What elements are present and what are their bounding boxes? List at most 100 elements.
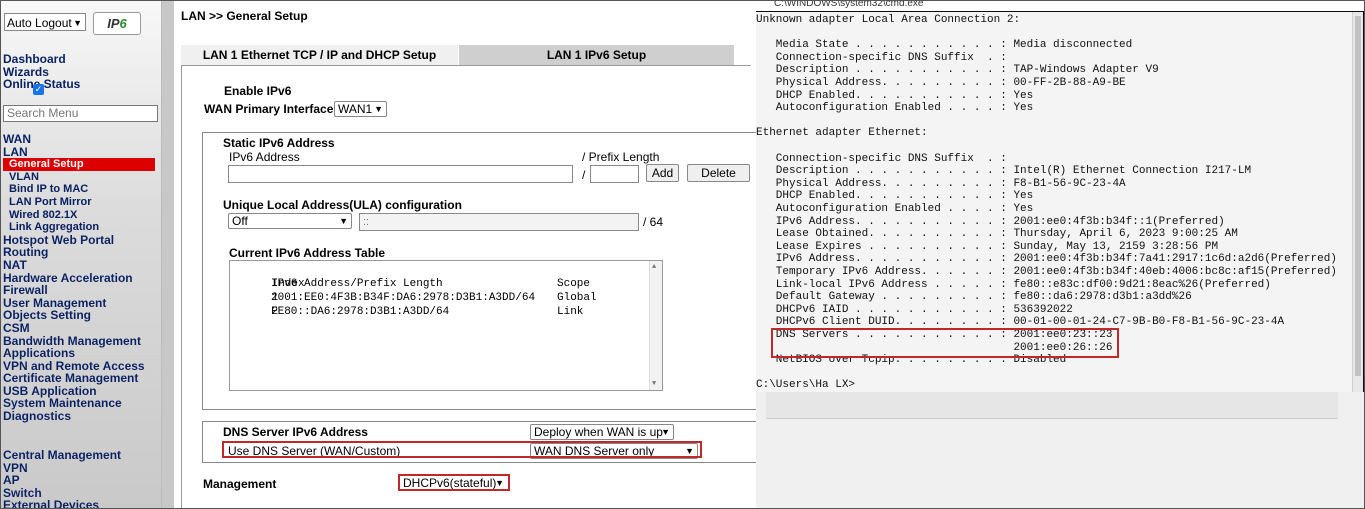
sidebar-item-vlan[interactable]: VLAN xyxy=(3,171,155,184)
dns-highlight-box xyxy=(222,441,702,458)
wan-primary-select[interactable]: WAN1 ▼ xyxy=(334,101,387,117)
cmd-line: IPv6 Address. . . . . . . . . . . : 2001… xyxy=(756,253,1337,266)
background-window xyxy=(756,392,1364,508)
ula-value: Off xyxy=(232,214,248,228)
ula-prefix-suffix: / 64 xyxy=(643,215,664,229)
cmd-line: Media State . . . . . . . . . . . : Medi… xyxy=(756,39,1133,52)
table-header-scope: Scope xyxy=(557,278,591,290)
enable-ipv6-label: Enable IPv6 xyxy=(224,84,292,98)
prefix-length-label: / Prefix Length xyxy=(582,150,660,164)
dns-server-title: DNS Server IPv6 Address xyxy=(223,425,368,439)
auto-logout-value: Auto Logout xyxy=(7,16,72,30)
cmd-line: DHCP Enabled. . . . . . . . . . . : Yes xyxy=(756,89,1034,102)
sidebar-item-link-aggregation[interactable]: Link Aggregation xyxy=(3,221,155,234)
cmd-title-bar[interactable]: C:\WINDOWS\system32\cmd.exe xyxy=(756,1,1364,11)
table-header-address: IPv6 Address/Prefix Length xyxy=(271,278,443,290)
sidebar-item-central-management[interactable]: Central Management xyxy=(3,449,121,462)
ipv6-logo: IP6 xyxy=(93,12,141,35)
add-button[interactable]: Add xyxy=(646,164,679,182)
ipv6-logo-suffix: 6 xyxy=(119,16,127,31)
wan-primary-label: WAN Primary Interface xyxy=(204,102,334,116)
delete-button[interactable]: Delete xyxy=(687,164,750,182)
management-label: Management xyxy=(203,477,277,491)
tab-lan1-ethernet[interactable]: LAN 1 Ethernet TCP / IP and DHCP Setup xyxy=(181,45,458,65)
table-row: 2 FE80::DA6:2978:D3B1:A3DD/64 Link xyxy=(232,291,583,333)
ipv6-address-input[interactable] xyxy=(228,165,573,183)
screenshot-frame: Auto Logout ▼ IP6 Dashboard Wizards Online … xyxy=(0,0,1365,509)
search-menu-input[interactable]: Search Menu xyxy=(3,105,158,122)
sidebar-scrollbar[interactable] xyxy=(161,1,174,508)
chevron-down-icon: ▼ xyxy=(374,104,383,114)
ipv6-logo-prefix: IP xyxy=(107,16,120,31)
breadcrumb: LAN >> General Setup xyxy=(181,9,308,23)
sidebar-item-external-devices[interactable]: External Devices xyxy=(3,499,121,508)
background-window-strip xyxy=(766,392,1338,419)
cmd-window: C:\WINDOWS\system32\cmd.exe Unknown adap… xyxy=(756,1,1364,508)
search-menu-placeholder: Search Menu xyxy=(7,106,79,120)
tab-lan1-ipv6[interactable]: LAN 1 IPv6 Setup xyxy=(459,45,734,65)
cmd-line: Lease Obtained. . . . . . . . . . : Thur… xyxy=(756,228,1238,241)
prefix-length-input[interactable] xyxy=(590,165,639,183)
sidebar-item-wan[interactable]: WAN xyxy=(3,133,155,146)
static-ipv6-title: Static IPv6 Address xyxy=(223,136,335,150)
cmd-line: Physical Address. . . . . . . . . : F8-B… xyxy=(756,177,1126,190)
sidebar-item-firewall[interactable]: Firewall xyxy=(3,284,155,297)
table-cell-address: 2001:EE0:4F3B:B34F:DA6:2978:D3B1:A3DD/64 xyxy=(271,292,536,304)
cmd-line: Default Gateway . . . . . . . . . : fe80… xyxy=(756,291,1192,304)
management-highlight-box xyxy=(398,474,510,491)
sidebar-item-certificate-management[interactable]: Certificate Management xyxy=(3,372,155,385)
sidebar-item-general-setup[interactable]: General Setup xyxy=(3,158,155,171)
scroll-up-icon[interactable]: ▲ xyxy=(652,263,656,271)
sidebar-item-dashboard[interactable]: Dashboard xyxy=(3,53,80,66)
enable-ipv6-checkbox[interactable]: ✓ xyxy=(33,84,44,95)
sidebar-item-nat[interactable]: NAT xyxy=(3,259,155,272)
cmd-line: Temporary IPv6 Address. . . . . . : 2001… xyxy=(756,266,1337,278)
prefix-slash: / xyxy=(582,168,586,182)
dns-deploy-value: Deploy when WAN is up xyxy=(534,425,663,439)
address-table-title: Current IPv6 Address Table xyxy=(229,246,386,260)
sidebar-item-ap[interactable]: AP xyxy=(3,474,121,487)
ula-prefix-placeholder: :: xyxy=(363,216,370,228)
sidebar-item-csm[interactable]: CSM xyxy=(3,322,155,335)
cmd-scrollbar-thumb[interactable] xyxy=(1355,16,1361,376)
sidebar-item-applications[interactable]: Applications xyxy=(3,347,155,360)
sidebar-item-bind-ip-to-mac[interactable]: Bind IP to MAC xyxy=(3,183,155,196)
sidebar-main-menu: WAN LAN General Setup VLAN Bind IP to MAC L… xyxy=(3,133,155,423)
cmd-line: Connection-specific DNS Suffix . : xyxy=(756,51,1007,64)
auto-logout-select[interactable]: Auto Logout ▼ xyxy=(4,13,86,31)
ula-prefix-input[interactable]: :: xyxy=(359,213,639,231)
table-cell-scope: Link xyxy=(557,306,584,318)
sidebar-item-diagnostics[interactable]: Diagnostics xyxy=(3,410,155,423)
cmd-line: Link-local IPv6 Address . . . . . : fe80… xyxy=(756,278,1271,291)
cmd-line: Description . . . . . . . . . . . : Inte… xyxy=(756,165,1252,178)
dns-deploy-select[interactable]: Deploy when WAN is up ▼ xyxy=(530,424,674,440)
sidebar-item-wired-802-1x[interactable]: Wired 802.1X xyxy=(3,209,155,222)
chevron-down-icon: ▼ xyxy=(339,216,348,226)
ula-select[interactable]: Off ▼ xyxy=(228,213,352,229)
sidebar-items: Hotspot Web Portal Routing NAT Hardware Acc… xyxy=(3,234,155,423)
cmd-line: DHCPv6 IAID . . . . . . . . . . . : 5363… xyxy=(756,303,1073,316)
cmd-scrollbar[interactable] xyxy=(1352,12,1363,392)
cmd-line: IPv6 Address. . . . . . . . . . . : 2001… xyxy=(756,215,1225,228)
dns-servers-highlight-box xyxy=(771,328,1119,358)
sidebar-bottom-menu: Central Management VPN AP Switch External De… xyxy=(3,449,121,508)
ipv6-address-label: IPv6 Address xyxy=(229,150,300,164)
cmd-line: C:\Users\Ha LX> xyxy=(756,379,856,392)
cmd-line: Autoconfiguration Enabled . . . . : Yes xyxy=(756,102,1034,115)
sidebar-item-vpn[interactable]: VPN xyxy=(3,461,121,475)
sidebar-lan-submenu: General Setup VLAN Bind IP to MAC LAN Port … xyxy=(3,158,155,234)
table-cell-scope: Global xyxy=(557,292,597,304)
sidebar-item-lan[interactable]: LAN xyxy=(3,145,155,159)
ipv6-address-table[interactable]: Index IPv6 Address/Prefix Length Scope 1 20… xyxy=(229,260,663,391)
table-cell-address: FE80::DA6:2978:D3B1:A3DD/64 xyxy=(271,306,450,318)
cmd-line: Unknown adapter Local Area Connection 2: xyxy=(756,14,1021,26)
chevron-down-icon: ▼ xyxy=(73,18,82,28)
ula-title: Unique Local Address(ULA) configuration xyxy=(223,198,462,212)
cmd-line: Autoconfiguration Enabled . . . . : Yes xyxy=(756,203,1034,215)
sidebar-item-lan-port-mirror[interactable]: LAN Port Mirror xyxy=(3,196,155,209)
scroll-down-icon[interactable]: ▼ xyxy=(652,380,656,388)
cmd-line: Lease Expires . . . . . . . . . . : Sund… xyxy=(756,240,1219,253)
sidebar-menu: Auto Logout ▼ IP6 Dashboard Wizards Online … xyxy=(1,1,161,508)
cmd-title: C:\WINDOWS\system32\cmd.exe xyxy=(774,1,924,9)
table-scrollbar[interactable]: ▲ ▼ xyxy=(649,261,662,390)
